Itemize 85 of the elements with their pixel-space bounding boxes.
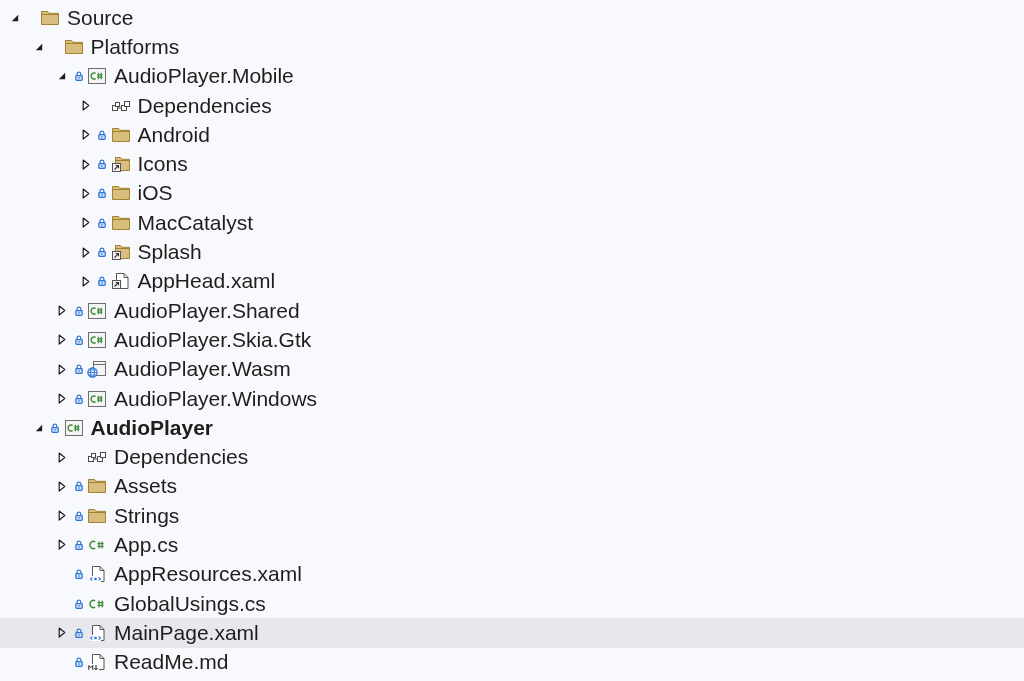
tree-item[interactable]: Strings <box>0 501 1024 531</box>
tree-arrow-icon[interactable] <box>81 158 90 170</box>
tree-arrow-icon[interactable] <box>58 539 66 551</box>
tree-item[interactable]: GlobalUsings.cs <box>0 588 1024 619</box>
folder-icon <box>110 125 131 144</box>
tree-item-label: Platforms <box>90 33 180 60</box>
tree-item[interactable]: Source <box>0 3 1024 33</box>
tree-arrow-icon[interactable] <box>58 451 66 463</box>
tree-item-label: App.cs <box>114 532 179 558</box>
csharp-project-icon <box>63 418 84 437</box>
tree-arrow-icon[interactable] <box>81 187 90 199</box>
tree-arrow-icon[interactable] <box>58 72 66 81</box>
tree-item[interactable]: App.cs <box>0 530 1024 560</box>
csharp-project-icon <box>87 67 107 86</box>
csharp-project-icon <box>87 330 107 349</box>
tree-item[interactable]: AppResources.xaml <box>0 559 1024 589</box>
tree-item[interactable]: MacCatalyst <box>0 208 1024 238</box>
csharp-project-icon <box>87 301 107 320</box>
tree-item-label: Dependencies <box>114 444 249 471</box>
csharp-project-icon <box>87 389 107 408</box>
tree-item[interactable]: AudioPlayer <box>0 413 1024 443</box>
tree-item-label: AudioPlayer.Wasm <box>114 356 291 383</box>
tree-item-label: Source <box>67 4 134 31</box>
tree-item-label: AudioPlayer.Windows <box>114 385 318 412</box>
code-file-icon <box>87 565 107 584</box>
folder-icon <box>63 37 84 56</box>
tree-item-label: Strings <box>114 502 180 529</box>
tree-arrow-icon[interactable] <box>58 480 66 492</box>
tree-item[interactable]: AudioPlayer.Shared <box>0 295 1024 326</box>
tree-arrow-icon[interactable] <box>58 334 66 346</box>
tree-item[interactable]: Platforms <box>0 32 1024 62</box>
tree-item-label: Android <box>137 121 210 148</box>
tree-item-label: AudioPlayer <box>90 414 214 441</box>
tree-arrow-icon[interactable] <box>58 363 66 375</box>
folder-icon <box>87 477 107 496</box>
tree-item[interactable]: Icons <box>0 149 1024 179</box>
tree-item-label: AudioPlayer.Mobile <box>114 63 294 90</box>
tree-item-label: MacCatalyst <box>137 209 254 236</box>
folder-icon <box>110 184 131 203</box>
globe-window-icon <box>87 360 107 379</box>
markdown-file-icon <box>87 653 107 672</box>
shortcut-folder-icon <box>110 155 131 174</box>
tree-item-label: iOS <box>137 180 173 207</box>
tree-arrow-icon[interactable] <box>81 275 90 287</box>
tree-item[interactable]: Android <box>0 120 1024 150</box>
tree-item-label: ReadMe.md <box>114 649 229 676</box>
tree-item[interactable]: Assets <box>0 471 1024 502</box>
tree-item-label: Splash <box>137 239 202 265</box>
tree-arrow-icon[interactable] <box>58 510 66 522</box>
shortcut-folder-icon <box>110 243 131 261</box>
folder-icon <box>40 8 60 27</box>
folder-icon <box>87 506 107 525</box>
tree-item-label: Icons <box>137 151 188 178</box>
tree-item-label: GlobalUsings.cs <box>114 590 266 617</box>
folder-icon <box>110 213 131 232</box>
tree-arrow-icon[interactable] <box>58 305 66 317</box>
tree-item[interactable]: ReadMe.md <box>0 647 1024 677</box>
tree-arrow-icon[interactable] <box>58 393 66 404</box>
tree-item-label: AppResources.xaml <box>114 561 302 588</box>
tree-item[interactable]: Dependencies <box>0 90 1024 121</box>
tree-item-label: AppHead.xaml <box>137 268 276 295</box>
tree-item[interactable]: AudioPlayer.Windows <box>0 383 1024 414</box>
tree-item[interactable]: AudioPlayer.Wasm <box>0 354 1024 384</box>
tree-item-label: MainPage.xaml <box>114 619 259 646</box>
tree-item[interactable]: iOS <box>0 178 1024 209</box>
tree-item[interactable]: AudioPlayer.Skia.Gtk <box>0 325 1024 355</box>
code-file-icon <box>87 623 107 642</box>
tree-item-label: Assets <box>114 473 178 500</box>
tree-item-label: Dependencies <box>137 92 272 119</box>
tree-item[interactable]: AudioPlayer.Mobile <box>0 61 1024 91</box>
tree-arrow-icon[interactable] <box>58 627 66 639</box>
tree-arrow-icon[interactable] <box>81 129 90 141</box>
tree-item-label: AudioPlayer.Shared <box>114 297 300 324</box>
tree-arrow-icon[interactable] <box>11 13 19 22</box>
tree-item[interactable]: AppHead.xaml <box>0 266 1024 296</box>
tree-arrow-icon[interactable] <box>34 42 43 51</box>
shortcut-file-icon <box>110 272 131 291</box>
tree-arrow-icon[interactable] <box>81 100 90 112</box>
tree-item[interactable]: MainPage.xaml <box>0 618 1024 648</box>
tree-item-label: AudioPlayer.Skia.Gtk <box>114 326 312 353</box>
tree-item[interactable]: Splash <box>0 237 1024 267</box>
tree-arrow-icon[interactable] <box>34 423 43 432</box>
tree-item[interactable]: Dependencies <box>0 442 1024 472</box>
tree-arrow-icon[interactable] <box>81 217 90 229</box>
tree-arrow-icon[interactable] <box>81 246 90 258</box>
